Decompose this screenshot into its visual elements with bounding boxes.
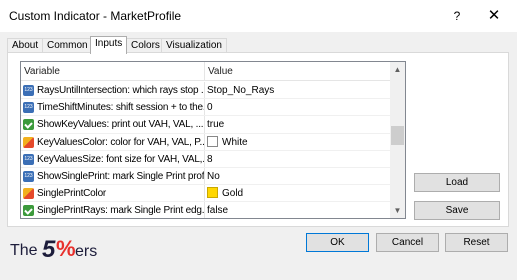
vertical-scrollbar[interactable]: ▲ ▼ bbox=[390, 62, 405, 218]
column-header-variable[interactable]: Variable bbox=[21, 62, 205, 81]
value-cell[interactable]: No bbox=[205, 168, 390, 184]
table-row[interactable]: KeyValuesSize: font size for VAH, VAL,..… bbox=[21, 150, 390, 168]
value-text: No bbox=[207, 170, 220, 182]
scroll-up-arrow-icon[interactable]: ▲ bbox=[390, 62, 405, 77]
scrollbar-thumb[interactable] bbox=[391, 126, 404, 145]
variable-name: SinglePrintRays: mark Single Print edg..… bbox=[37, 205, 205, 217]
tab-inputs[interactable]: Inputs bbox=[90, 36, 128, 54]
table-row[interactable]: TimeShiftMinutes: shift session + to the… bbox=[21, 99, 390, 117]
logo-the-text: The bbox=[10, 242, 38, 259]
value-cell[interactable]: 0 bbox=[205, 99, 390, 115]
table-row[interactable]: SinglePrintColor Gold bbox=[21, 185, 390, 203]
grid-rows: RaysUntilIntersection: which rays stop .… bbox=[21, 82, 390, 218]
logo-percent-text: % bbox=[56, 236, 76, 261]
value-text: Gold bbox=[222, 188, 244, 200]
value-text: 8 bbox=[207, 153, 213, 165]
table-row[interactable]: RaysUntilIntersection: which rays stop .… bbox=[21, 82, 390, 100]
title-bar: Custom Indicator - MarketProfile ? ✕ bbox=[0, 0, 517, 32]
value-text: false bbox=[207, 205, 229, 217]
color-swatch bbox=[207, 187, 218, 199]
logo-ers-text: ers bbox=[75, 243, 98, 260]
close-icon[interactable]: ✕ bbox=[484, 6, 504, 26]
variable-name: SinglePrintColor bbox=[37, 188, 107, 200]
grid-header: Variable Value bbox=[21, 62, 390, 81]
variable-cell: ShowSinglePrint: mark Single Print prof.… bbox=[21, 167, 205, 185]
integer-type-icon bbox=[23, 153, 34, 165]
value-text: White bbox=[222, 136, 248, 148]
value-cell[interactable]: false bbox=[205, 202, 390, 218]
variable-name: TimeShiftMinutes: shift session + to the… bbox=[37, 102, 205, 114]
column-header-value[interactable]: Value bbox=[205, 62, 390, 81]
variable-cell: KeyValuesSize: font size for VAH, VAL,..… bbox=[21, 150, 205, 167]
integer-type-icon bbox=[23, 85, 34, 96]
reset-button[interactable]: Reset bbox=[445, 233, 508, 252]
tab-visualization[interactable]: Visualization bbox=[161, 38, 227, 53]
boolean-type-icon bbox=[23, 119, 34, 131]
table-row[interactable]: SinglePrintRays: mark Single Print edg..… bbox=[21, 202, 390, 218]
table-row[interactable]: ShowKeyValues: print out VAH, VAL, ... t… bbox=[21, 116, 390, 134]
integer-type-icon bbox=[23, 170, 34, 182]
logo-five-text: 5 bbox=[42, 236, 56, 263]
tab-about[interactable]: About bbox=[7, 38, 44, 53]
help-icon[interactable]: ? bbox=[447, 6, 467, 26]
tab-common[interactable]: Common bbox=[42, 38, 93, 53]
variable-cell: SinglePrintColor bbox=[21, 185, 205, 202]
value-cell[interactable]: Stop_No_Rays bbox=[205, 82, 390, 98]
value-cell[interactable]: true bbox=[205, 116, 390, 132]
value-text: 0 bbox=[207, 102, 213, 114]
variable-cell: TimeShiftMinutes: shift session + to the… bbox=[21, 99, 205, 116]
variable-name: KeyValuesSize: font size for VAH, VAL,..… bbox=[37, 153, 205, 165]
cancel-button[interactable]: Cancel bbox=[376, 233, 439, 252]
boolean-type-icon bbox=[23, 205, 34, 217]
scroll-down-arrow-icon[interactable]: ▼ bbox=[390, 203, 405, 218]
table-row[interactable]: KeyValuesColor: color for VAH, VAL, P...… bbox=[21, 133, 390, 151]
ok-button[interactable]: OK bbox=[306, 233, 369, 252]
table-row[interactable]: ShowSinglePrint: mark Single Print prof.… bbox=[21, 167, 390, 186]
variable-cell: RaysUntilIntersection: which rays stop .… bbox=[21, 82, 205, 99]
window-title: Custom Indicator - MarketProfile bbox=[9, 9, 182, 23]
variable-name: KeyValuesColor: color for VAH, VAL, P... bbox=[37, 136, 205, 148]
value-text: Stop_No_Rays bbox=[207, 85, 275, 96]
variable-cell: ShowKeyValues: print out VAH, VAL, ... bbox=[21, 116, 205, 133]
variable-name: RaysUntilIntersection: which rays stop .… bbox=[37, 85, 205, 96]
color-type-icon bbox=[23, 188, 34, 200]
value-cell[interactable]: Gold bbox=[205, 185, 390, 201]
integer-type-icon bbox=[23, 102, 34, 114]
tab-colors[interactable]: Colors bbox=[126, 38, 165, 53]
value-text: true bbox=[207, 119, 225, 131]
variable-cell: KeyValuesColor: color for VAH, VAL, P... bbox=[21, 133, 205, 150]
color-type-icon bbox=[23, 136, 34, 148]
variable-cell: SinglePrintRays: mark Single Print edg..… bbox=[21, 202, 205, 218]
variable-name: ShowSinglePrint: mark Single Print prof.… bbox=[37, 170, 205, 182]
save-button[interactable]: Save bbox=[414, 201, 500, 220]
color-swatch bbox=[207, 135, 218, 147]
value-cell[interactable]: 8 bbox=[205, 151, 390, 167]
load-button[interactable]: Load bbox=[414, 173, 500, 192]
inputs-grid[interactable]: Variable Value RaysUntilIntersection: wh… bbox=[20, 61, 406, 219]
variable-name: ShowKeyValues: print out VAH, VAL, ... bbox=[37, 119, 204, 131]
value-cell[interactable]: White bbox=[205, 134, 390, 150]
